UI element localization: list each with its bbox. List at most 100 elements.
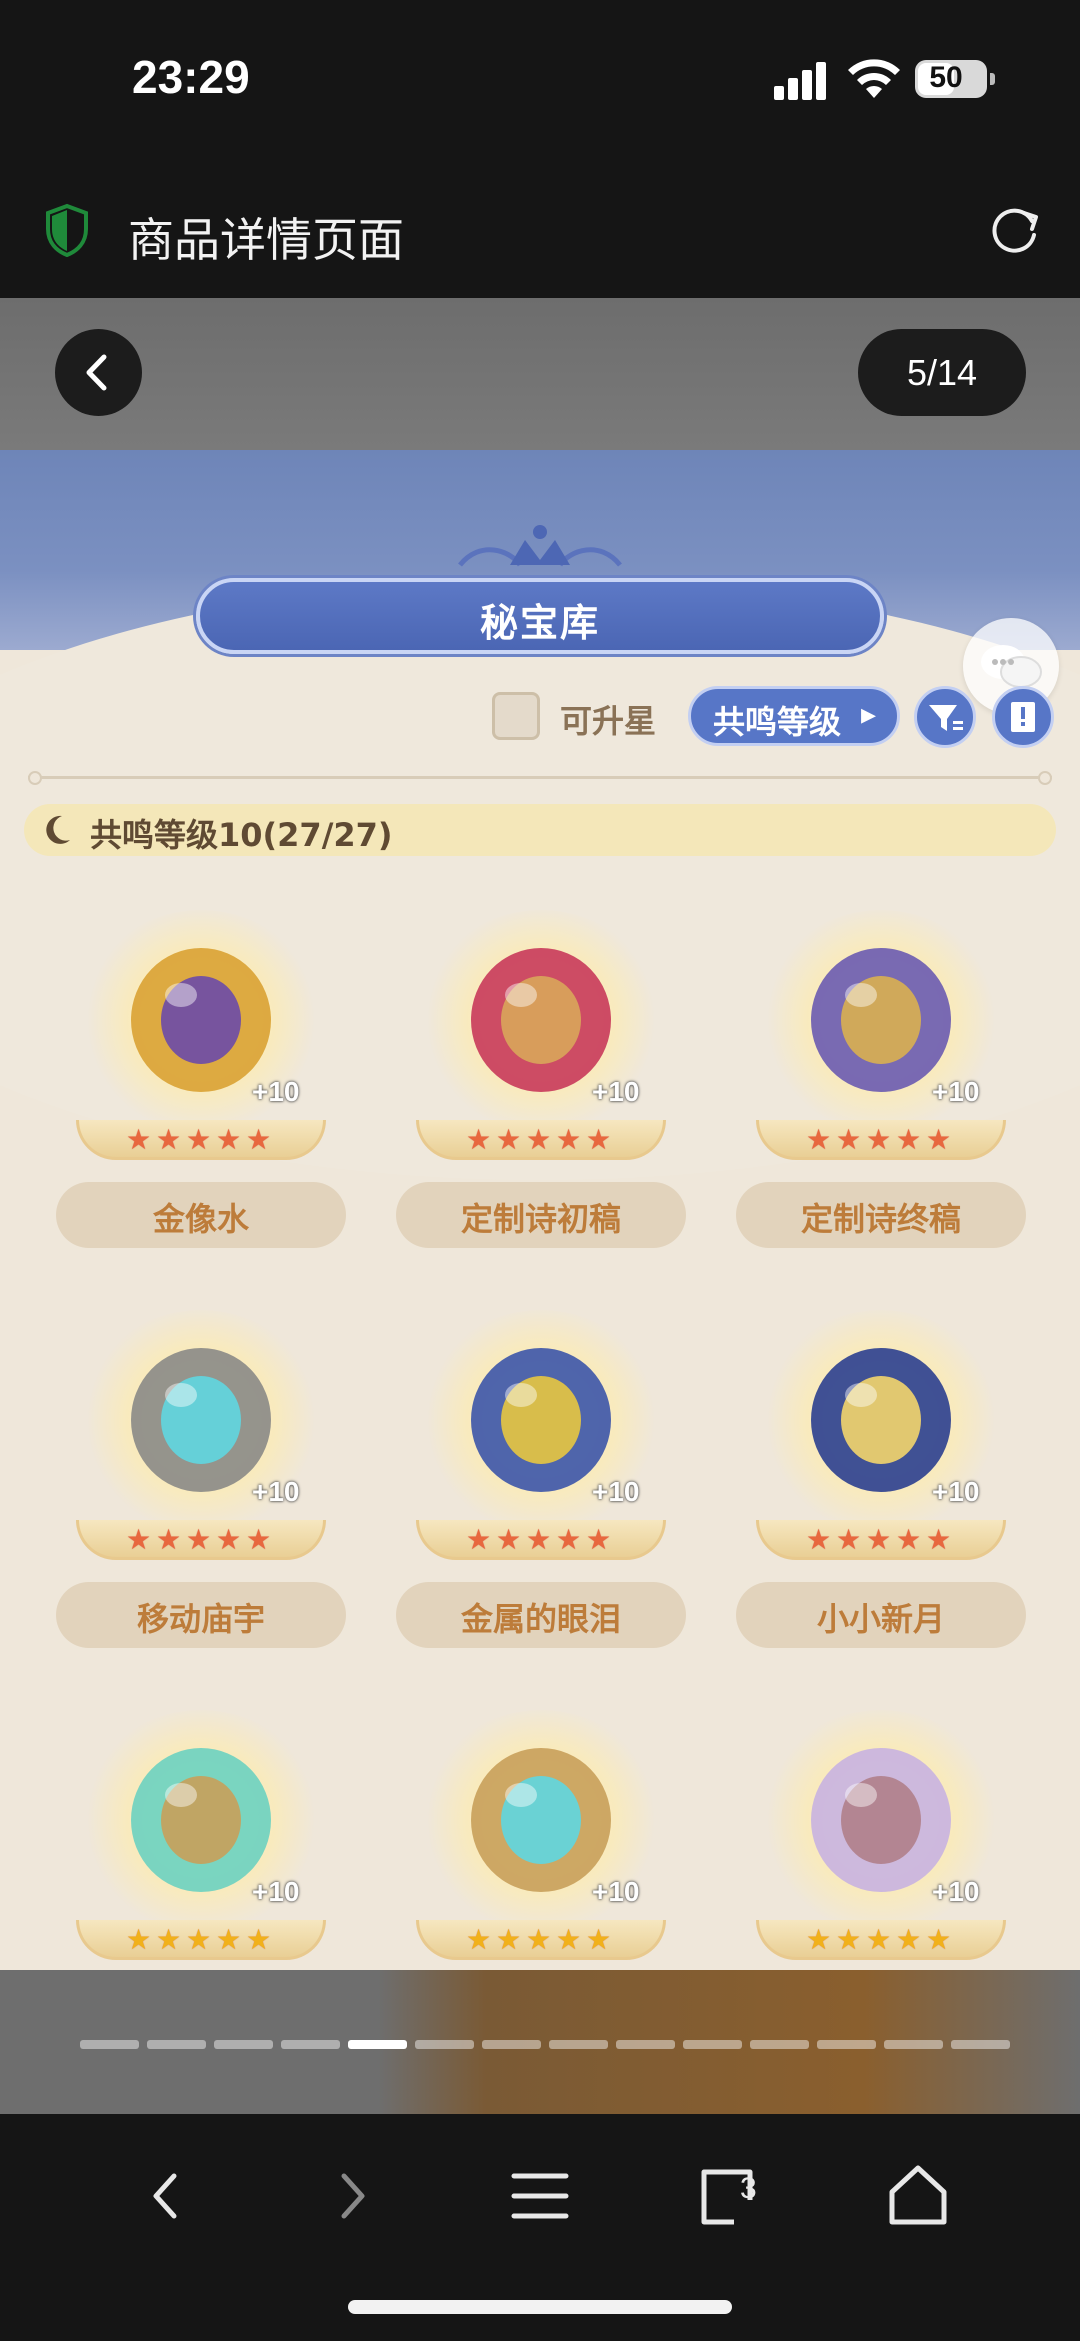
filter-icon [929, 705, 963, 731]
browser-title-bar: 商品详情页面 [0, 175, 1080, 298]
battery-icon: 50 [915, 60, 995, 98]
relic-card[interactable]: ★ ★ ★ ★ ★ +10 [736, 1700, 1026, 1970]
page-dot[interactable] [750, 2040, 809, 2049]
page-dot[interactable] [683, 2040, 742, 2049]
star-rating: ★ ★ ★ ★ ★ [466, 1126, 616, 1158]
relic-bonus: +10 [932, 1476, 980, 1507]
caret-right-icon: ▸ [861, 697, 877, 732]
home-icon[interactable] [878, 2156, 958, 2236]
star-icon: ★ [466, 1923, 492, 1956]
banner-title: 秘宝库 [479, 601, 600, 645]
crown-ornament-icon [458, 525, 622, 567]
star-icon: ★ [496, 1923, 522, 1956]
page-dot[interactable] [549, 2040, 608, 2049]
star-icon: ★ [246, 1523, 272, 1556]
star-icon: ★ [216, 1523, 242, 1556]
page-dot[interactable] [80, 2040, 139, 2049]
star-icon: ★ [836, 1123, 862, 1156]
star-rating: ★ ★ ★ ★ ★ [806, 1126, 956, 1158]
star-rating: ★ ★ ★ ★ ★ [126, 1926, 276, 1958]
relic-bonus: +10 [252, 1076, 300, 1107]
relic-name-pill: 小小新月 [736, 1582, 1026, 1648]
refresh-icon[interactable] [986, 201, 1042, 257]
upgradable-label: 可升星 [560, 702, 657, 740]
star-rating: ★ ★ ★ ★ ★ [466, 1526, 616, 1558]
upgradable-checkbox[interactable] [492, 692, 540, 740]
star-rating: ★ ★ ★ ★ ★ [126, 1126, 276, 1158]
star-icon: ★ [586, 1123, 612, 1156]
star-icon: ★ [466, 1123, 492, 1156]
relic-card[interactable]: ★ ★ ★ ★ ★ +10 定制诗初稿 [396, 900, 686, 1260]
star-icon: ★ [926, 1523, 952, 1556]
star-icon: ★ [586, 1923, 612, 1956]
page-indicator: 5/14 [858, 329, 1026, 416]
page-dot[interactable] [884, 2040, 943, 2049]
star-icon: ★ [556, 1123, 582, 1156]
star-icon: ★ [156, 1923, 182, 1956]
star-icon: ★ [896, 1523, 922, 1556]
star-icon: ★ [216, 1123, 242, 1156]
relic-card[interactable]: ★ ★ ★ ★ ★ +10 [56, 1700, 346, 1970]
wifi-icon [848, 59, 900, 98]
page-dot[interactable] [281, 2040, 340, 2049]
page-dot[interactable] [147, 2040, 206, 2049]
relic-card[interactable]: ★ ★ ★ ★ ★ +10 移动庙宇 [56, 1300, 346, 1660]
star-icon: ★ [556, 1523, 582, 1556]
relic-name: 定制诗初稿 [460, 1200, 621, 1238]
relic-bonus: +10 [592, 1476, 640, 1507]
relic-bonus: +10 [252, 1876, 300, 1907]
relic-card[interactable]: ★ ★ ★ ★ ★ +10 [396, 1700, 686, 1970]
tabs-icon [701, 2169, 753, 2225]
level-group-title: 共鸣等级10(27/27) [90, 816, 393, 854]
back-arrow-icon[interactable] [126, 2156, 206, 2236]
page-dot[interactable] [616, 2040, 675, 2049]
page-dot[interactable] [951, 2040, 1010, 2049]
status-bar: 23:29 50 [0, 0, 1080, 175]
page-dot[interactable] [214, 2040, 273, 2049]
page-dots [80, 2040, 1010, 2050]
relic-name-pill: 金像水 [56, 1182, 346, 1248]
book-button[interactable] [992, 686, 1054, 748]
star-icon: ★ [126, 1123, 152, 1156]
sort-by-level-button[interactable]: 共鸣等级 ▸ [688, 686, 900, 746]
filter-button[interactable] [914, 686, 976, 748]
relic-name-pill: 定制诗终稿 [736, 1182, 1026, 1248]
star-icon: ★ [866, 1523, 892, 1556]
star-icon: ★ [866, 1123, 892, 1156]
page-dot[interactable] [817, 2040, 876, 2049]
star-rating: ★ ★ ★ ★ ★ [806, 1526, 956, 1558]
level-group-header: 共鸣等级10(27/27) [24, 804, 1056, 856]
relic-bonus: +10 [252, 1476, 300, 1507]
star-icon: ★ [806, 1923, 832, 1956]
star-icon: ★ [526, 1923, 552, 1956]
star-icon: ★ [556, 1923, 582, 1956]
star-icon: ★ [806, 1123, 832, 1156]
star-icon: ★ [156, 1123, 182, 1156]
star-icon: ★ [186, 1523, 212, 1556]
star-icon: ★ [216, 1923, 242, 1956]
menu-icon[interactable] [500, 2156, 580, 2236]
back-button[interactable] [55, 329, 142, 416]
battery-level: 50 [929, 61, 963, 94]
star-icon: ★ [156, 1523, 182, 1556]
page-dot[interactable] [348, 2040, 407, 2049]
star-icon: ★ [496, 1123, 522, 1156]
chevron-left-icon [86, 354, 107, 391]
page-dot[interactable] [482, 2040, 541, 2049]
image-viewer[interactable]: 5/14 秘宝库 可升星 共鸣等级 ▸ 共鸣等级10(27/27) ★ ★ ★ … [0, 298, 1080, 2114]
star-icon: ★ [926, 1123, 952, 1156]
star-icon: ★ [526, 1523, 552, 1556]
forward-arrow-icon[interactable] [312, 2156, 392, 2236]
relic-card[interactable]: ★ ★ ★ ★ ★ +10 金像水 [56, 900, 346, 1260]
star-icon: ★ [186, 1123, 212, 1156]
relic-name-pill: 定制诗初稿 [396, 1182, 686, 1248]
status-time: 23:29 [132, 51, 250, 103]
cellular-signal-icon [774, 60, 832, 100]
relic-card[interactable]: ★ ★ ★ ★ ★ +10 金属的眼泪 [396, 1300, 686, 1660]
game-screenshot: 秘宝库 可升星 共鸣等级 ▸ 共鸣等级10(27/27) ★ ★ ★ ★ ★ +… [0, 450, 1080, 1970]
relic-card[interactable]: ★ ★ ★ ★ ★ +10 小小新月 [736, 1300, 1026, 1660]
relic-card[interactable]: ★ ★ ★ ★ ★ +10 定制诗终稿 [736, 900, 1026, 1260]
star-icon: ★ [126, 1923, 152, 1956]
star-icon: ★ [246, 1923, 272, 1956]
page-dot[interactable] [415, 2040, 474, 2049]
